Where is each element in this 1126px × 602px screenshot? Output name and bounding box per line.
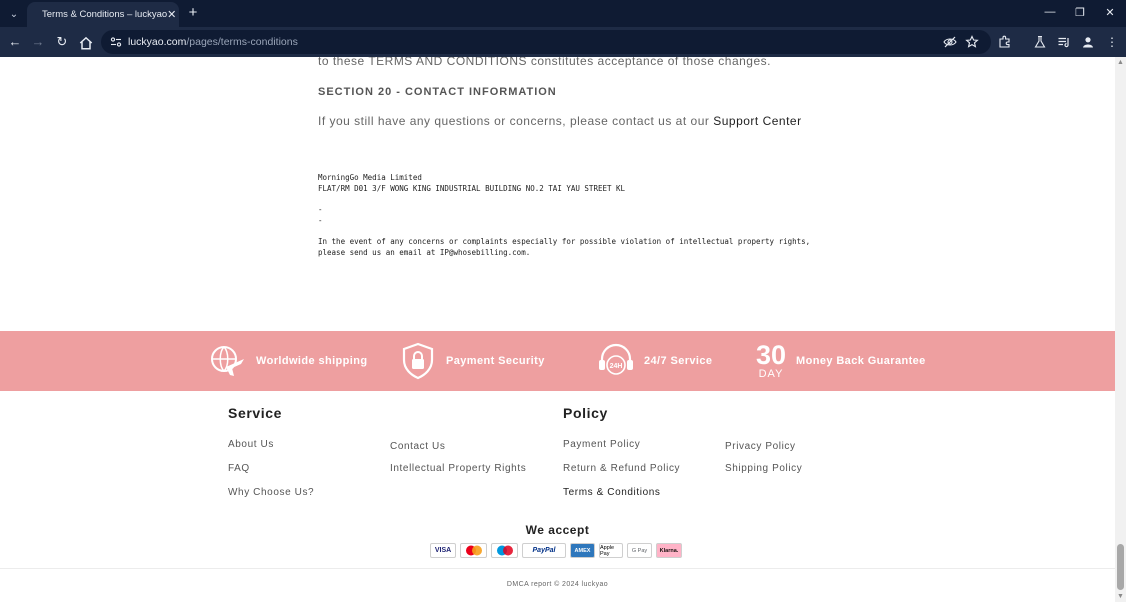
feature-payment-security: Payment Security bbox=[398, 331, 545, 391]
footer-link-privacy-policy[interactable]: Privacy Policy bbox=[725, 441, 796, 452]
feature-money-back: 30 DAY Money Back Guarantee bbox=[756, 331, 926, 391]
scrollbar-thumb[interactable] bbox=[1117, 544, 1124, 590]
footer-link-why-choose-us[interactable]: Why Choose Us? bbox=[228, 487, 314, 498]
mastercard-icon bbox=[460, 543, 487, 558]
24h-badge: 24H bbox=[610, 363, 623, 370]
home-icon[interactable] bbox=[78, 35, 94, 51]
url-path: /pages/terms-conditions bbox=[186, 36, 298, 48]
scroll-down-arrow-icon[interactable]: ▼ bbox=[1117, 593, 1124, 600]
maestro-circles bbox=[496, 545, 513, 556]
footer-link-about-us[interactable]: About Us bbox=[228, 439, 274, 450]
company-name: MorningGo Media Limited bbox=[318, 173, 422, 182]
visa-card-icon: VISA bbox=[430, 543, 456, 558]
dash-line: - bbox=[318, 216, 323, 225]
support-center-link[interactable]: Support Center bbox=[713, 114, 801, 128]
bookmark-star-icon[interactable] bbox=[965, 35, 979, 49]
media-queue-icon[interactable] bbox=[1057, 35, 1071, 49]
url-text: luckyao.com/pages/terms-conditions bbox=[128, 36, 298, 48]
dash-line: - bbox=[318, 205, 323, 214]
company-address: FLAT/RM D01 3/F WONG KING INDUSTRIAL BUI… bbox=[318, 184, 626, 193]
day-number: 30 bbox=[756, 339, 787, 370]
klarna-icon: Klarna. bbox=[656, 543, 682, 558]
payment-label: PayPal bbox=[532, 547, 556, 554]
page-scrollbar[interactable]: ▲ ▼ bbox=[1115, 57, 1126, 602]
footer-link-payment-policy[interactable]: Payment Policy bbox=[563, 439, 640, 450]
site-info-icon[interactable] bbox=[109, 35, 123, 49]
day-word: DAY bbox=[758, 367, 784, 380]
tab-close-icon[interactable]: ✕ bbox=[167, 8, 176, 21]
feature-label: Payment Security bbox=[446, 355, 545, 367]
amex-icon: AMEX bbox=[570, 543, 595, 558]
eye-off-icon[interactable] bbox=[943, 35, 957, 49]
footer-link-contact-us[interactable]: Contact Us bbox=[390, 441, 445, 452]
kebab-menu-icon[interactable]: ⋮ bbox=[1104, 34, 1120, 50]
back-icon[interactable]: ← bbox=[7, 34, 23, 50]
footer-divider bbox=[0, 568, 1115, 569]
copyright-text[interactable]: DMCA report © 2024 luckyao bbox=[0, 581, 1115, 588]
payment-label: VISA bbox=[434, 547, 452, 554]
features-band: Worldwide shipping Payment Security 24H … bbox=[0, 331, 1115, 391]
footer-link-refund-policy[interactable]: Return & Refund Policy bbox=[563, 463, 680, 474]
scroll-up-arrow-icon[interactable]: ▲ bbox=[1117, 59, 1124, 66]
url-host: luckyao.com bbox=[128, 36, 187, 48]
reload-icon[interactable]: ↻ bbox=[54, 34, 70, 50]
feature-label: 24/7 Service bbox=[644, 355, 713, 367]
partial-terms-line: to these TERMS AND CONDITIONS constitute… bbox=[318, 57, 771, 68]
payment-label: Apple Pay bbox=[600, 544, 615, 557]
restore-icon[interactable]: ❐ bbox=[1073, 6, 1087, 19]
extensions-icon[interactable] bbox=[998, 35, 1012, 49]
minimize-icon[interactable]: — bbox=[1043, 6, 1057, 18]
footer-link-ip-rights[interactable]: Intellectual Property Rights bbox=[390, 463, 526, 474]
google-pay-icon: G Pay bbox=[627, 543, 652, 558]
contact-text: If you still have any questions or conce… bbox=[318, 114, 710, 128]
service-heading: Service bbox=[228, 405, 283, 421]
plane-globe-icon bbox=[211, 346, 244, 376]
policy-heading: Policy bbox=[563, 405, 608, 421]
browser-toolbar: ← → ↻ luckyao.com/pages/terms-conditions bbox=[0, 27, 1126, 57]
labs-flask-icon[interactable] bbox=[1033, 35, 1047, 49]
mastercard-circles bbox=[465, 545, 482, 556]
footer-link-terms-conditions[interactable]: Terms & Conditions bbox=[563, 487, 661, 498]
ip-notice-line: please send us an email at IP@whosebilli… bbox=[318, 248, 531, 257]
we-accept-heading: We accept bbox=[525, 523, 590, 537]
browser-tab[interactable]: Terms & Conditions – luckyao ✕ bbox=[27, 2, 179, 27]
new-tab-icon[interactable]: + bbox=[186, 5, 200, 21]
ip-notice-line: In the event of any concerns or complain… bbox=[318, 237, 811, 246]
address-bar[interactable]: luckyao.com/pages/terms-conditions bbox=[101, 30, 991, 54]
tab-search-icon[interactable]: ⌄ bbox=[4, 4, 24, 24]
headset-24h-icon: 24H bbox=[599, 343, 633, 375]
30-day-icon: 30 DAY bbox=[756, 339, 787, 380]
shield-lock-icon bbox=[402, 342, 434, 380]
web-page: to these TERMS AND CONDITIONS constitute… bbox=[0, 57, 1115, 602]
forward-icon[interactable]: → bbox=[30, 34, 46, 50]
tab-title: Terms & Conditions – luckyao bbox=[42, 9, 168, 20]
feature-worldwide-shipping: Worldwide shipping bbox=[208, 331, 368, 391]
maestro-icon bbox=[491, 543, 518, 558]
footer-link-shipping-policy[interactable]: Shipping Policy bbox=[725, 463, 802, 474]
payment-label: G Pay bbox=[631, 547, 648, 554]
contact-paragraph: If you still have any questions or conce… bbox=[318, 114, 802, 128]
feature-24-7-service: 24H 24/7 Service bbox=[596, 331, 712, 391]
payment-label: Klarna. bbox=[659, 547, 679, 554]
paypal-icon: PayPal bbox=[522, 543, 566, 558]
footer-link-faq[interactable]: FAQ bbox=[228, 463, 250, 474]
profile-avatar-icon[interactable] bbox=[1081, 35, 1095, 49]
apple-pay-icon: Apple Pay bbox=[599, 543, 623, 558]
feature-label: Money Back Guarantee bbox=[796, 355, 926, 367]
payment-label: AMEX bbox=[574, 547, 591, 554]
browser-titlebar: ⌄ Terms & Conditions – luckyao ✕ + — ❐ ✕ bbox=[0, 0, 1126, 27]
window-close-icon[interactable]: ✕ bbox=[1103, 6, 1117, 19]
feature-label: Worldwide shipping bbox=[256, 355, 368, 367]
section-heading: SECTION 20 - CONTACT INFORMATION bbox=[318, 86, 557, 98]
payment-methods: VISA PayPal AMEX Apple Pay G Pay Klarna. bbox=[430, 543, 686, 558]
